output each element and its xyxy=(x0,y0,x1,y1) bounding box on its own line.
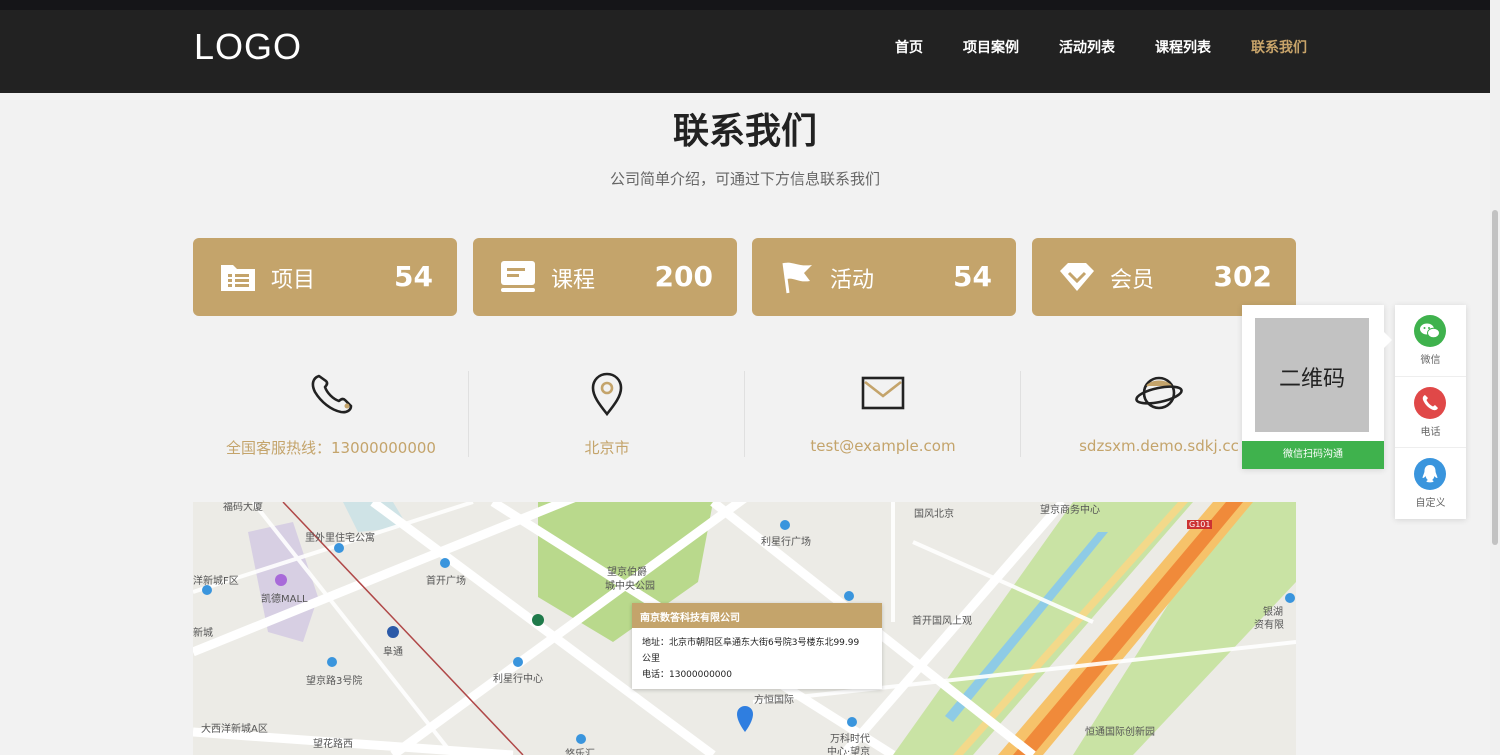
mail-icon xyxy=(861,376,905,410)
stat-value: 54 xyxy=(953,260,992,293)
wechat-icon xyxy=(1414,315,1446,347)
map-label: 凯德MALL xyxy=(261,594,308,605)
popup-address: 地址：北京市朝阳区阜通东大街6号院3号楼东北99.99 xyxy=(642,638,860,648)
stat-card-courses: 课程 200 xyxy=(473,238,737,316)
map-label: 悠乐汇 xyxy=(565,749,595,755)
map-info-popup: 南京数答科技有限公司 地址：北京市朝阳区阜通东大街6号院3号楼东北99.99 公… xyxy=(632,603,882,689)
popup-phone: 电话：13000000000 xyxy=(642,670,732,680)
stat-value: 54 xyxy=(394,260,433,293)
contact-text[interactable]: 全国客服热线：13000000000 xyxy=(193,437,469,458)
map-label: 里外里住宅公寓 xyxy=(305,533,375,544)
nav-contact[interactable]: 联系我们 xyxy=(1251,37,1307,57)
logo[interactable]: LOGO xyxy=(194,26,302,68)
map-label: 资有限 xyxy=(1254,620,1284,631)
map-label: 首开国风上观 xyxy=(912,616,972,627)
stat-value: 302 xyxy=(1213,260,1272,293)
nav-activities[interactable]: 活动列表 xyxy=(1059,37,1115,57)
nav-projects[interactable]: 项目案例 xyxy=(963,37,1019,57)
scrollbar-thumb[interactable] xyxy=(1492,210,1498,545)
side-label: 自定义 xyxy=(1415,498,1446,509)
map-label: 大西洋新城A区 xyxy=(201,724,268,735)
side-wechat-button[interactable]: 微信 xyxy=(1395,305,1466,376)
qr-panel: 二维码 微信扫码沟通 xyxy=(1242,305,1384,469)
qr-code: 二维码 xyxy=(1255,318,1369,432)
map-label: 福码大厦 xyxy=(223,502,263,513)
map-label: 首开广场 xyxy=(426,576,466,587)
top-strip xyxy=(0,0,1490,10)
map-label: 利星行广场 xyxy=(761,537,811,548)
side-custom-button[interactable]: 自定义 xyxy=(1395,448,1466,519)
phone-icon xyxy=(311,374,353,414)
map-label: 恒通国际创新园 xyxy=(1085,727,1155,738)
planet-icon xyxy=(1135,376,1183,410)
map-label: 利星行中心 xyxy=(493,674,543,685)
nav-courses[interactable]: 课程列表 xyxy=(1155,37,1211,57)
contact-text: 北京市 xyxy=(584,439,630,457)
stat-label: 活动 xyxy=(830,268,875,293)
map-label: 方恒国际 xyxy=(754,695,794,706)
qq-icon xyxy=(1414,458,1446,490)
stat-label: 会员 xyxy=(1110,268,1155,293)
phone-icon xyxy=(1414,387,1446,419)
highway-shield: G101 xyxy=(1187,520,1213,529)
flag-icon xyxy=(782,262,812,294)
map-label: 望京伯爵 xyxy=(607,567,647,578)
map-label: 望花路西 xyxy=(313,739,353,750)
map-label: 中心·望京 xyxy=(827,747,871,755)
diamond-icon xyxy=(1060,263,1094,291)
folder-list-icon xyxy=(221,265,255,291)
side-label: 微信 xyxy=(1420,355,1441,366)
nav-home[interactable]: 首页 xyxy=(895,37,923,57)
page-subtitle: 公司简单介绍，可通过下方信息联系我们 xyxy=(609,170,880,188)
course-book-icon xyxy=(501,261,535,292)
contact-hotline: 全国客服热线：13000000000 xyxy=(193,360,469,470)
stat-value: 200 xyxy=(654,260,713,293)
map-label: 新城 xyxy=(193,628,213,639)
stat-card-activities: 活动 54 xyxy=(752,238,1016,316)
stat-label: 项目 xyxy=(271,268,316,293)
map[interactable]: 福码大厦 里外里住宅公寓 洋新城F区 凯德MALL 首开广场 望京伯爵 城中央公… xyxy=(193,502,1296,755)
map-label: 阜通 xyxy=(383,647,403,658)
side-contact-bar: 微信 电话 自定义 xyxy=(1395,305,1466,519)
popup-title: 南京数答科技有限公司 xyxy=(632,603,882,628)
map-label: 望京路3号院 xyxy=(306,676,363,687)
popup-address-cont: 公里 xyxy=(642,654,661,664)
page-title: 联系我们 xyxy=(672,111,817,152)
side-label: 电话 xyxy=(1420,427,1441,438)
location-pin-icon xyxy=(591,372,623,417)
site-header: LOGO 首页 项目案例 活动列表 课程列表 联系我们 xyxy=(0,10,1490,93)
contact-address: 北京市 xyxy=(469,360,745,470)
stat-card-projects: 项目 54 xyxy=(193,238,457,316)
contact-text[interactable]: test@example.com xyxy=(745,437,1021,455)
qr-caption: 微信扫码沟通 xyxy=(1242,441,1384,469)
contact-email: test@example.com xyxy=(745,360,1021,470)
map-label: 望京商务中心 xyxy=(1040,505,1100,516)
qr-pointer xyxy=(1384,332,1392,348)
map-label: 洋新城F区 xyxy=(193,576,239,587)
map-label: 国风北京 xyxy=(914,509,954,520)
map-label: 城中央公园 xyxy=(605,581,655,592)
qr-placeholder: 二维码 xyxy=(1278,367,1345,392)
side-phone-button[interactable]: 电话 xyxy=(1395,377,1466,448)
stat-label: 课程 xyxy=(551,268,596,293)
